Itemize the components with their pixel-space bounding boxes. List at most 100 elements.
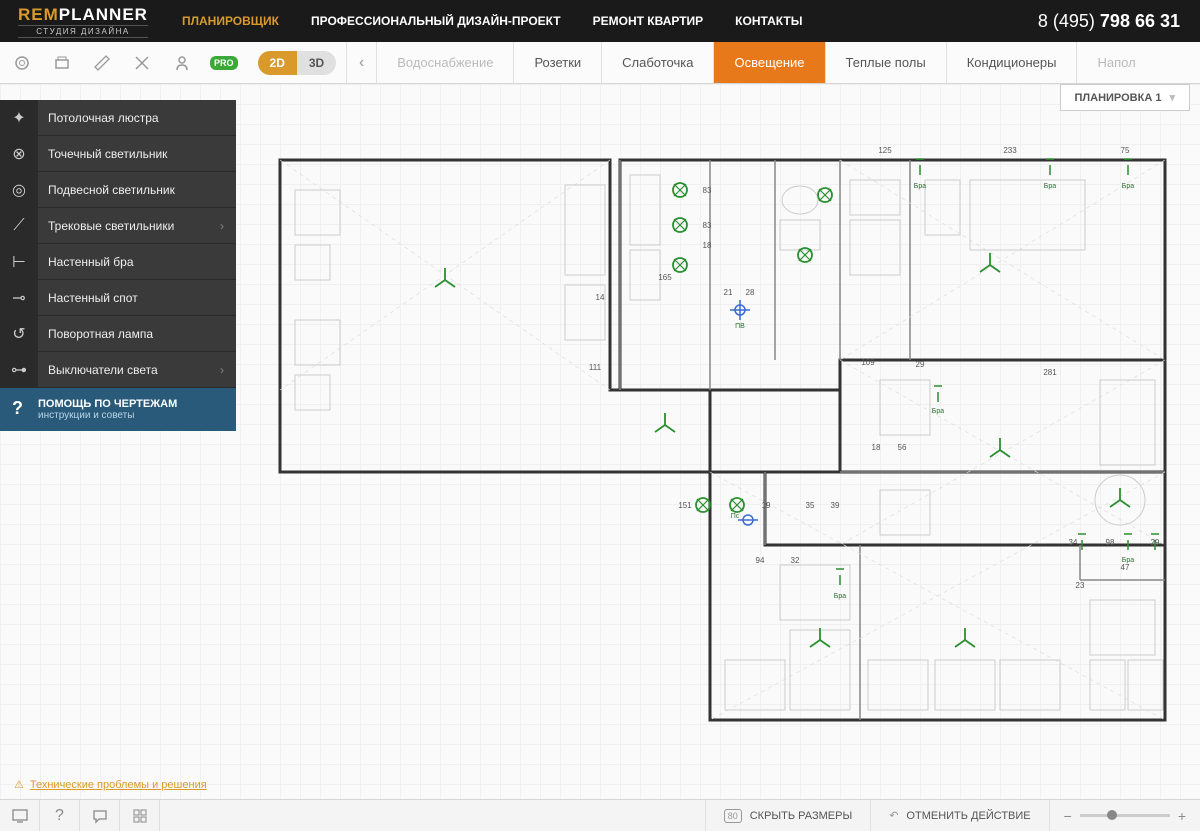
svg-text:28: 28 <box>746 288 755 297</box>
svg-text:Бра: Бра <box>1122 557 1134 564</box>
svg-text:165: 165 <box>658 273 672 282</box>
footer-bar: ? 80СКРЫТЬ РАЗМЕРЫ ↶ОТМЕНИТЬ ДЕЙСТВИЕ − … <box>0 799 1200 831</box>
wallspot-icon: ⊸ <box>0 280 38 315</box>
svg-text:Пс: Пс <box>731 513 740 520</box>
layout-selector[interactable]: ПЛАНИРОВКА 1 <box>1060 84 1190 111</box>
palette-spotlight[interactable]: ⊗Точечный светильник <box>0 136 236 172</box>
zoom-in-button[interactable]: + <box>1178 808 1186 824</box>
palette-pendant[interactable]: ◎Подвесной светильник <box>0 172 236 208</box>
view-2d-button[interactable]: 2D <box>258 51 297 75</box>
warning-icon: ⚠ <box>14 778 24 791</box>
tab-water[interactable]: Водоснабжение <box>376 42 513 83</box>
svg-text:233: 233 <box>1003 146 1017 155</box>
svg-text:109: 109 <box>861 358 875 367</box>
nav-planner[interactable]: ПЛАНИРОВЩИК <box>166 0 295 42</box>
element-palette: ✦Потолочная люстра ⊗Точечный светильник … <box>0 100 236 431</box>
svg-text:98: 98 <box>1106 538 1115 547</box>
svg-text:94: 94 <box>756 556 765 565</box>
switch-icon: ⊶ <box>0 352 38 387</box>
help-subtitle: инструкции и советы <box>38 410 177 421</box>
grid-icon[interactable] <box>120 800 160 831</box>
undo-icon: ↶ <box>889 809 898 822</box>
print-icon[interactable] <box>50 51 74 75</box>
logo-text: REMPLANNER <box>18 5 148 25</box>
svg-text:29: 29 <box>1151 538 1160 547</box>
help-panel[interactable]: ? ПОМОЩЬ ПО ЧЕРТЕЖАМ инструкции и советы <box>0 388 236 431</box>
svg-text:Бра: Бра <box>1044 183 1056 190</box>
svg-text:29: 29 <box>916 360 925 369</box>
nav-contacts[interactable]: КОНТАКТЫ <box>719 0 818 42</box>
tabs-prev-button[interactable]: ‹ <box>346 42 376 83</box>
svg-text:83: 83 <box>703 186 712 195</box>
logo-subtitle: СТУДИЯ ДИЗАЙНА <box>18 25 148 38</box>
tools-icon[interactable] <box>130 51 154 75</box>
help-icon[interactable]: ? <box>40 800 80 831</box>
help-icon: ? <box>12 398 38 421</box>
view-3d-button[interactable]: 3D <box>297 51 336 75</box>
chat-icon[interactable] <box>80 800 120 831</box>
svg-text:83: 83 <box>703 221 712 230</box>
zoom-slider[interactable] <box>1080 814 1170 817</box>
svg-text:Бра: Бра <box>914 183 926 190</box>
tab-flooring[interactable]: Напол <box>1076 42 1155 83</box>
pendant-icon: ◎ <box>0 172 38 207</box>
tab-sockets[interactable]: Розетки <box>513 42 601 83</box>
help-title: ПОМОЩЬ ПО ЧЕРТЕЖАМ <box>38 398 177 410</box>
tab-lowvoltage[interactable]: Слаботочка <box>601 42 713 83</box>
person-icon[interactable] <box>170 51 194 75</box>
nav-design-project[interactable]: ПРОФЕССИОНАЛЬНЫЙ ДИЗАЙН-ПРОЕКТ <box>295 0 577 42</box>
phone-number[interactable]: 8 (495) 798 66 31 <box>1038 11 1200 32</box>
svg-text:21: 21 <box>724 288 733 297</box>
spotlight-icon: ⊗ <box>0 136 38 171</box>
svg-text:125: 125 <box>878 146 892 155</box>
svg-text:151: 151 <box>678 501 692 510</box>
hide-dims-button[interactable]: 80СКРЫТЬ РАЗМЕРЫ <box>705 800 870 831</box>
palette-wallspot[interactable]: ⊸Настенный спот <box>0 280 236 316</box>
svg-text:Бра: Бра <box>932 408 944 415</box>
svg-text:47: 47 <box>1121 563 1130 572</box>
track-icon: ⟋ <box>0 208 38 243</box>
svg-text:56: 56 <box>898 443 907 452</box>
measure-icon[interactable] <box>90 51 114 75</box>
svg-text:18: 18 <box>872 443 881 452</box>
tab-ac[interactable]: Кондиционеры <box>946 42 1077 83</box>
undo-button[interactable]: ↶ОТМЕНИТЬ ДЕЙСТВИЕ <box>870 800 1048 831</box>
nav-renovation[interactable]: РЕМОНТ КВАРТИР <box>577 0 720 42</box>
svg-text:75: 75 <box>1121 146 1130 155</box>
svg-text:14: 14 <box>596 293 605 302</box>
palette-switches[interactable]: ⊶Выключатели света› <box>0 352 236 388</box>
tab-lighting[interactable]: Освещение <box>713 42 824 83</box>
layer-tabs: ‹ Водоснабжение Розетки Слаботочка Освещ… <box>346 42 1200 83</box>
svg-text:34: 34 <box>1069 538 1078 547</box>
tech-issues-link[interactable]: ⚠ Технические проблемы и решения <box>14 778 207 791</box>
svg-text:18: 18 <box>703 241 712 250</box>
svg-text:35: 35 <box>806 501 815 510</box>
zoom-control: − + <box>1049 800 1200 831</box>
palette-sconce[interactable]: ⊢Настенный бра <box>0 244 236 280</box>
tool-icons: PRO <box>0 42 248 83</box>
svg-text:111: 111 <box>589 363 602 372</box>
sconce-icon: ⊢ <box>0 244 38 279</box>
pro-badge[interactable]: PRO <box>210 56 238 70</box>
swivel-icon: ↺ <box>0 316 38 351</box>
screen-icon[interactable] <box>0 800 40 831</box>
palette-chandelier[interactable]: ✦Потолочная люстра <box>0 100 236 136</box>
svg-text:23: 23 <box>1076 581 1085 590</box>
svg-text:Бра: Бра <box>834 593 846 600</box>
toolbar: PRO 2D 3D ‹ Водоснабжение Розетки Слабот… <box>0 42 1200 84</box>
floorplan[interactable]: 125 233 75 83 83 18 21 28 165 14 111 109… <box>270 150 1170 730</box>
palette-track[interactable]: ⟋Трековые светильники› <box>0 208 236 244</box>
view-toggle: 2D 3D <box>258 51 337 75</box>
settings-icon[interactable] <box>10 51 34 75</box>
chandelier-icon: ✦ <box>0 100 38 135</box>
chevron-right-icon: › <box>220 219 236 233</box>
tab-floorheating[interactable]: Теплые полы <box>825 42 946 83</box>
logo[interactable]: REMPLANNER СТУДИЯ ДИЗАЙНА <box>0 5 166 38</box>
svg-text:39: 39 <box>831 501 840 510</box>
zoom-out-button[interactable]: − <box>1064 808 1072 824</box>
svg-text:19: 19 <box>762 501 771 510</box>
svg-text:32: 32 <box>791 556 800 565</box>
palette-swivel[interactable]: ↺Поворотная лампа <box>0 316 236 352</box>
svg-text:ПВ: ПВ <box>735 323 745 330</box>
svg-text:Бра: Бра <box>1122 183 1134 190</box>
